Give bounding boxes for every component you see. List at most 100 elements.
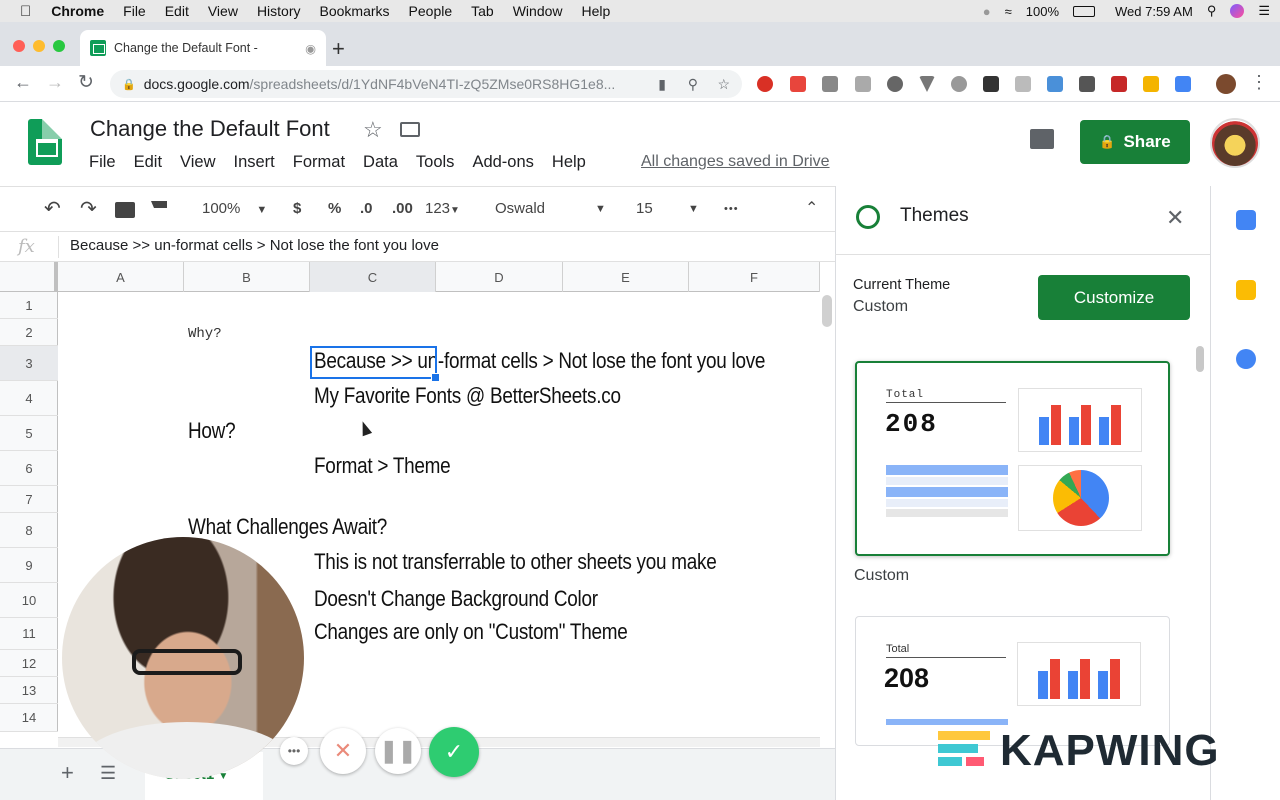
chrome-menu-icon[interactable]: ⋮ (1250, 72, 1268, 93)
currency-format-button[interactable]: $ (293, 200, 301, 217)
cell-c11[interactable]: Changes are only on "Custom" Theme (314, 619, 628, 645)
docs-menu-help[interactable]: Help (552, 153, 586, 172)
column-header-e[interactable]: E (563, 262, 689, 292)
reload-icon[interactable]: ↻ (78, 71, 94, 94)
extension-chat-icon[interactable] (855, 76, 871, 92)
more-formats-button[interactable]: 123▼ (425, 200, 460, 217)
siri-icon[interactable] (1230, 4, 1245, 18)
column-header-d[interactable]: D (436, 262, 563, 292)
extension-record-icon[interactable] (951, 76, 967, 92)
extension-blue-icon[interactable] (1047, 76, 1063, 92)
recorder-more-button[interactable]: ••• (280, 737, 308, 765)
extension-bee-icon[interactable] (1143, 76, 1159, 92)
browser-tab-active[interactable]: Change the Default Font - ◉ (80, 30, 326, 66)
battery-percent[interactable]: 100% (1026, 4, 1059, 19)
menubar-file[interactable]: File (123, 3, 146, 19)
row-header-12[interactable]: 12 (0, 650, 58, 677)
row-header-5[interactable]: 5 (0, 416, 58, 451)
collapse-toolbar-icon[interactable]: ⌃ (805, 198, 818, 218)
menubar-history[interactable]: History (257, 3, 301, 19)
themes-panel-scrollbar[interactable] (1196, 346, 1204, 372)
cell-c9[interactable]: This is not transferrable to other sheet… (314, 549, 717, 575)
save-status-link[interactable]: All changes saved in Drive (641, 153, 830, 171)
window-zoom-button[interactable] (53, 40, 65, 52)
row-header-8[interactable]: 8 (0, 513, 58, 548)
extension-hand-icon[interactable] (1079, 76, 1095, 92)
cell-b5[interactable]: How? (188, 418, 236, 444)
cell-b8[interactable]: What Challenges Await? (188, 514, 387, 540)
print-icon[interactable] (115, 202, 135, 218)
extension-layers-icon[interactable] (983, 76, 999, 92)
decrease-decimal-button[interactable]: .0 (360, 200, 373, 217)
theme-card-custom[interactable]: Total 208 (855, 361, 1170, 556)
move-folder-icon[interactable] (400, 122, 420, 137)
star-icon[interactable]: ☆ (363, 117, 383, 143)
menubar-people[interactable]: People (409, 3, 453, 19)
comments-icon[interactable] (1030, 129, 1054, 149)
extension-red-square-icon[interactable] (1111, 76, 1127, 92)
docs-menu-edit[interactable]: Edit (134, 153, 162, 172)
notification-center-icon[interactable]: ☰ (1258, 3, 1270, 19)
cell-c4[interactable]: My Favorite Fonts @ BetterSheets.co (314, 383, 621, 409)
menubar-window[interactable]: Window (513, 3, 563, 19)
menubar-bookmarks[interactable]: Bookmarks (320, 3, 390, 19)
sheets-logo-icon[interactable] (28, 119, 62, 165)
row-header-11[interactable]: 11 (0, 618, 58, 650)
row-header-4[interactable]: 4 (0, 381, 58, 416)
share-button[interactable]: 🔒 Share (1080, 120, 1190, 164)
keep-icon[interactable] (1236, 280, 1256, 300)
window-close-button[interactable] (13, 40, 25, 52)
menubar-tab[interactable]: Tab (471, 3, 494, 19)
extension-red-icon[interactable] (790, 76, 806, 92)
select-all-corner[interactable] (0, 262, 58, 292)
window-minimize-button[interactable] (33, 40, 45, 52)
zoom-select[interactable]: 100% ▼ (202, 200, 267, 217)
increase-decimal-button[interactable]: .00 (392, 200, 413, 217)
column-header-a[interactable]: A (58, 262, 184, 292)
percent-format-button[interactable]: % (328, 200, 341, 217)
bookmark-star-icon[interactable]: ☆ (717, 76, 730, 93)
recorder-pause-button[interactable]: ❚❚ (375, 728, 421, 774)
row-header-7[interactable]: 7 (0, 486, 58, 513)
undo-icon[interactable]: ↶ (44, 196, 61, 221)
cell-c10[interactable]: Doesn't Change Background Color (314, 586, 598, 612)
column-header-f[interactable]: F (689, 262, 820, 292)
formula-input[interactable]: Because >> un-format cells > Not lose th… (70, 237, 439, 254)
docs-menu-insert[interactable]: Insert (234, 153, 275, 172)
profile-avatar-small[interactable] (1216, 74, 1236, 94)
docs-menu-format[interactable]: Format (293, 153, 345, 172)
row-header-14[interactable]: 14 (0, 704, 58, 732)
extension-translate-icon[interactable] (822, 76, 838, 92)
zoom-icon[interactable]: ⚲ (688, 76, 698, 93)
docs-menu-view[interactable]: View (180, 153, 215, 172)
active-cell-selection[interactable] (310, 346, 440, 382)
menubar-clock[interactable]: Wed 7:59 AM (1115, 4, 1193, 19)
docs-menu-addons[interactable]: Add-ons (472, 153, 533, 172)
row-header-2[interactable]: 2 (0, 319, 58, 346)
forward-arrow-icon[interactable]: → (46, 72, 64, 93)
camera-icon[interactable]: ▮ (658, 76, 666, 93)
tab-audio-icon[interactable]: ◉ (305, 41, 316, 56)
microphone-icon[interactable]: ● (983, 4, 991, 19)
cell-c6[interactable]: Format > Theme (314, 453, 451, 479)
document-title[interactable]: Change the Default Font (90, 116, 330, 142)
calendar-icon[interactable] (1236, 210, 1256, 230)
row-header-13[interactable]: 13 (0, 677, 58, 704)
extension-grey-icon[interactable] (1015, 76, 1031, 92)
account-avatar[interactable] (1210, 118, 1260, 168)
docs-menu-file[interactable]: File (89, 153, 116, 172)
new-tab-button[interactable]: + (332, 36, 345, 62)
recorder-cancel-button[interactable]: ✕ (320, 728, 366, 774)
font-size-select[interactable]: 15 ▼ (636, 200, 700, 217)
extension-adblock-icon[interactable] (757, 76, 773, 92)
tasks-icon[interactable] (1236, 349, 1256, 369)
address-bar[interactable]: 🔒 docs.google.com/spreadsheets/d/1YdNF4b… (110, 70, 742, 98)
menubar-view[interactable]: View (208, 3, 238, 19)
wifi-icon[interactable]: ≈ (1005, 4, 1012, 19)
more-tools-button[interactable]: ••• (724, 203, 739, 215)
close-icon[interactable]: ✕ (1166, 205, 1184, 231)
spotlight-icon[interactable]: ⚲ (1207, 3, 1217, 19)
row-header-3[interactable]: 3 (0, 346, 58, 381)
column-header-c[interactable]: C (310, 262, 436, 292)
docs-menu-data[interactable]: Data (363, 153, 398, 172)
